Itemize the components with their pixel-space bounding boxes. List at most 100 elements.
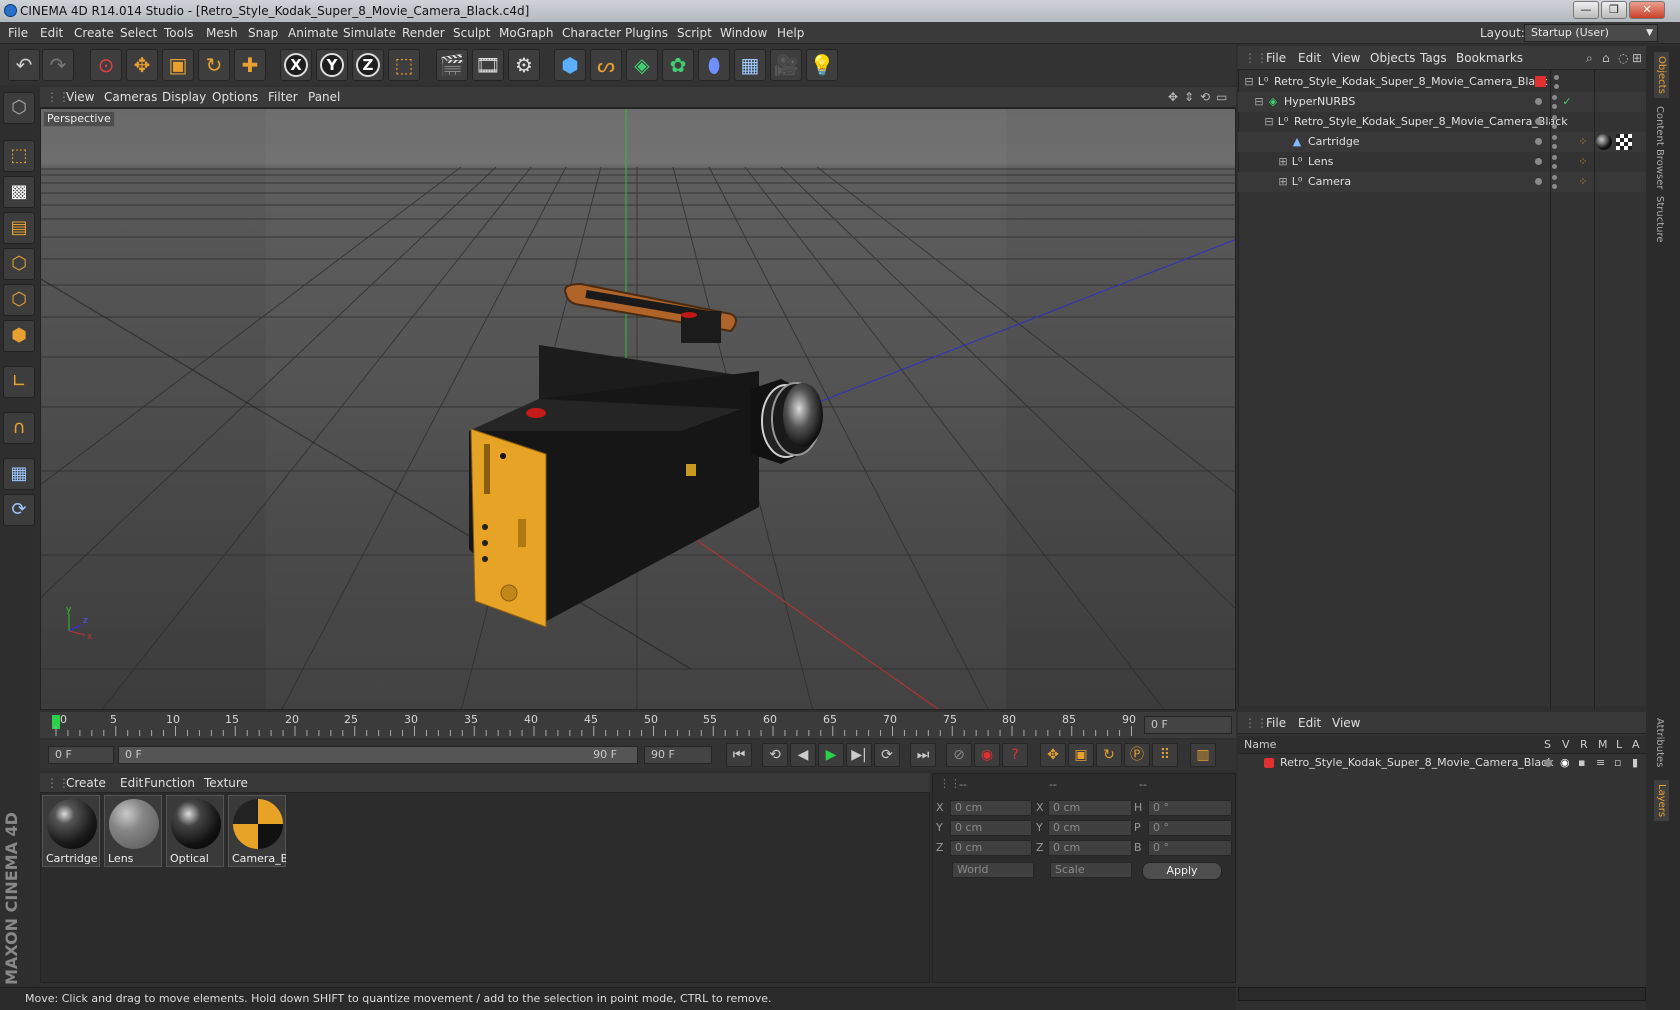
scale-tool-button[interactable]: ▣ bbox=[162, 49, 194, 81]
object-row[interactable]: ⊟ L⁰ Retro_Style_Kodak_Super_8_Movie_Cam… bbox=[1238, 72, 1646, 92]
render-view-button[interactable]: 🎬 bbox=[436, 49, 468, 81]
size-y-field[interactable]: 0 cm bbox=[1048, 820, 1132, 836]
viewport-menu-filter[interactable]: Filter bbox=[268, 87, 298, 108]
key-position-icon[interactable]: ✥ bbox=[1040, 743, 1066, 767]
phong-tag-icon[interactable]: ⁘ bbox=[1576, 135, 1590, 149]
minimize-button[interactable]: — bbox=[1573, 1, 1599, 19]
max-frame-field[interactable]: 90 F bbox=[644, 746, 712, 764]
key-scale-icon[interactable]: ▣ bbox=[1068, 743, 1094, 767]
material-swatch[interactable]: Lens bbox=[104, 795, 162, 867]
workplane-mode-button[interactable]: ▤ bbox=[3, 212, 35, 244]
keyframe-selection-icon[interactable]: ? bbox=[1002, 743, 1028, 767]
editor-visibility-dot[interactable] bbox=[1535, 158, 1542, 165]
next-frame-icon[interactable]: ▶| bbox=[846, 743, 872, 767]
play-icon[interactable]: ▶ bbox=[818, 743, 844, 767]
apply-button[interactable]: Apply bbox=[1142, 862, 1222, 880]
z-axis-lock-button[interactable]: Z bbox=[352, 49, 384, 81]
layer-menu-file[interactable]: File bbox=[1266, 712, 1286, 734]
editor-visibility-dot[interactable] bbox=[1552, 115, 1557, 120]
viewport-camera-label[interactable]: Perspective bbox=[43, 111, 115, 127]
render-picture-viewer-button[interactable]: 🎞 bbox=[472, 49, 504, 81]
coordinate-system-button[interactable]: ⬚ bbox=[388, 49, 420, 81]
material-menu-edit[interactable]: Edit bbox=[120, 773, 143, 793]
render-visibility-dot[interactable] bbox=[1552, 164, 1557, 169]
editor-visibility-dot[interactable] bbox=[1535, 118, 1542, 125]
home-icon[interactable]: ⌂ bbox=[1602, 46, 1610, 70]
maximize-button[interactable]: ❐ bbox=[1601, 1, 1627, 19]
editor-visibility-dot[interactable] bbox=[1554, 75, 1559, 80]
size-mode-select[interactable]: Scale bbox=[1050, 862, 1132, 878]
editor-visibility-dot[interactable] bbox=[1552, 95, 1557, 100]
material-tag-icon[interactable] bbox=[1596, 134, 1612, 150]
timeline-frame-field[interactable]: 0 F bbox=[1144, 716, 1232, 734]
lock-icon[interactable]: ◌ bbox=[1618, 46, 1628, 70]
editor-visibility-dot[interactable] bbox=[1535, 178, 1542, 185]
tab-objects[interactable]: Objects bbox=[1654, 52, 1669, 98]
object-menu-tags[interactable]: Tags bbox=[1420, 46, 1447, 70]
key-rotation-icon[interactable]: ↻ bbox=[1096, 743, 1122, 767]
camera-object-button[interactable]: 🎥 bbox=[770, 49, 802, 81]
axis-mode-button[interactable]: ∟ bbox=[3, 366, 35, 398]
viewport-menu-panel[interactable]: Panel bbox=[308, 87, 340, 108]
size-x-field[interactable]: 0 cm bbox=[1048, 800, 1132, 816]
material-menu-function[interactable]: Function bbox=[144, 773, 195, 793]
view-header[interactable]: V bbox=[1562, 736, 1570, 754]
object-menu-bookmarks[interactable]: Bookmarks bbox=[1456, 46, 1523, 70]
tab-layers[interactable]: Layers bbox=[1654, 780, 1669, 822]
tab-structure[interactable]: Structure bbox=[1654, 196, 1665, 243]
menu-render[interactable]: Render bbox=[402, 22, 445, 44]
x-axis-lock-button[interactable]: X bbox=[280, 49, 312, 81]
object-row[interactable]: ⊟ L⁰ Retro_Style_Kodak_Super_8_Movie_Cam… bbox=[1238, 112, 1646, 132]
menu-animate[interactable]: Animate bbox=[288, 22, 338, 44]
collapse-icon[interactable]: ⊟ bbox=[1262, 115, 1276, 129]
menu-file[interactable]: File bbox=[8, 22, 28, 44]
tab-content-browser[interactable]: Content Browser bbox=[1654, 106, 1665, 189]
menu-create[interactable]: Create bbox=[74, 22, 114, 44]
texture-tag-icon[interactable] bbox=[1616, 134, 1632, 150]
object-row[interactable]: ⊞ L⁰ Camera ⁘ bbox=[1238, 172, 1646, 192]
autokeying-icon[interactable]: ◉ bbox=[974, 743, 1000, 767]
collapse-icon[interactable]: ⊟ bbox=[1242, 75, 1256, 89]
expand-icon[interactable]: ⊞ bbox=[1276, 175, 1290, 189]
column-divider[interactable] bbox=[1550, 70, 1551, 710]
light-object-button[interactable]: 💡 bbox=[806, 49, 838, 81]
phong-tag-icon[interactable]: ⁘ bbox=[1576, 155, 1590, 169]
material-swatch[interactable]: Optical bbox=[166, 795, 224, 867]
timeline-window-icon[interactable]: ▥ bbox=[1190, 743, 1216, 767]
go-to-start-icon[interactable]: ⏮ bbox=[726, 743, 752, 767]
viewport-rotate-icon[interactable]: ⟲ bbox=[1200, 87, 1210, 108]
model-mode-button[interactable]: ⬚ bbox=[3, 140, 35, 172]
menu-simulate[interactable]: Simulate bbox=[343, 22, 396, 44]
menu-snap[interactable]: Snap bbox=[248, 22, 278, 44]
viewport-menu-display[interactable]: Display bbox=[162, 87, 206, 108]
y-axis-lock-button[interactable]: Y bbox=[316, 49, 348, 81]
object-menu-objects[interactable]: Objects bbox=[1370, 46, 1415, 70]
floor-scene-button[interactable]: ▦ bbox=[734, 49, 766, 81]
menu-edit[interactable]: Edit bbox=[40, 22, 63, 44]
animation-header[interactable]: A bbox=[1632, 736, 1640, 754]
animation-toggle-icon[interactable]: ▮ bbox=[1632, 754, 1638, 772]
record-keys-disabled-icon[interactable]: ⊘ bbox=[946, 743, 972, 767]
render-visibility-dot[interactable] bbox=[1552, 124, 1557, 129]
menu-script[interactable]: Script bbox=[677, 22, 712, 44]
manager-header[interactable]: M bbox=[1598, 736, 1608, 754]
eye-icon[interactable]: ◉ bbox=[1560, 754, 1570, 772]
rotation-h-field[interactable]: 0 ° bbox=[1148, 800, 1232, 816]
next-key-icon[interactable]: ⟳ bbox=[874, 743, 900, 767]
key-pla-icon[interactable]: ⠿ bbox=[1152, 743, 1178, 767]
object-menu-file[interactable]: File bbox=[1266, 46, 1286, 70]
render-settings-button[interactable]: ⚙ bbox=[508, 49, 540, 81]
material-menu-texture[interactable]: Texture bbox=[204, 773, 248, 793]
material-swatch[interactable]: Cartridge bbox=[42, 795, 100, 867]
viewport-menu-cameras[interactable]: Cameras bbox=[104, 87, 157, 108]
live-selection-button[interactable]: ⊙ bbox=[90, 49, 122, 81]
deformer-button[interactable]: ⬮ bbox=[698, 49, 730, 81]
previous-key-icon[interactable]: ⟲ bbox=[762, 743, 788, 767]
rotate-tool-button[interactable]: ↻ bbox=[198, 49, 230, 81]
undo-button[interactable]: ↶ bbox=[8, 49, 40, 81]
editor-visibility-dot[interactable] bbox=[1552, 175, 1557, 180]
render-header[interactable]: R bbox=[1580, 736, 1588, 754]
viewport-3d[interactable]: y x z bbox=[40, 108, 1236, 710]
object-row[interactable]: ⊟ ◈ HyperNURBS ✓ bbox=[1238, 92, 1646, 112]
material-swatch[interactable]: Camera_Bla bbox=[228, 795, 286, 867]
